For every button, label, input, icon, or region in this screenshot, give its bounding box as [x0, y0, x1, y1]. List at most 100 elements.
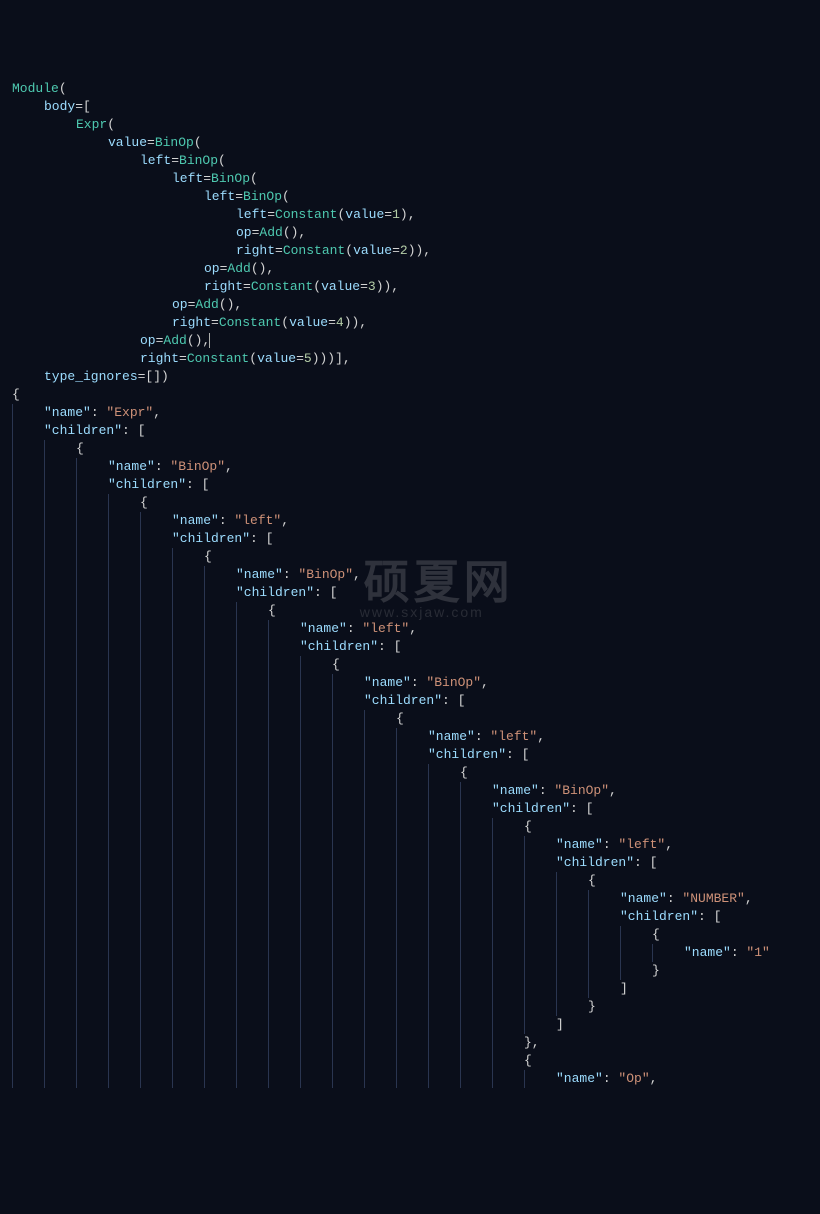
token-punc: } — [588, 999, 596, 1014]
code-line[interactable]: "name": "left", — [12, 620, 820, 638]
code-line[interactable]: "name": "left", — [12, 728, 820, 746]
code-line[interactable]: { — [12, 548, 820, 566]
code-line[interactable]: }, — [12, 1034, 820, 1052]
token-field: op — [172, 297, 188, 312]
token-str: "BinOp" — [426, 675, 481, 690]
token-str: "left" — [618, 837, 665, 852]
code-line[interactable]: "children": [ — [12, 746, 820, 764]
token-punc: = — [171, 153, 179, 168]
token-str: "NUMBER" — [682, 891, 744, 906]
code-line[interactable]: Module( — [12, 80, 820, 98]
code-line[interactable]: Expr( — [12, 116, 820, 134]
token-punc: : — [155, 459, 171, 474]
token-num: 5 — [304, 351, 312, 366]
code-line[interactable]: right=Constant(value=2)), — [12, 242, 820, 260]
token-punc: ( — [250, 171, 258, 186]
code-line[interactable]: left=Constant(value=1), — [12, 206, 820, 224]
code-line[interactable]: { — [12, 710, 820, 728]
token-punc: : — [91, 405, 107, 420]
token-punc: ), — [400, 207, 416, 222]
code-line[interactable]: { — [12, 872, 820, 890]
token-punc: ( — [249, 351, 257, 366]
token-punc: : — [475, 729, 491, 744]
code-line[interactable]: op=Add(), — [12, 224, 820, 242]
code-line[interactable]: { — [12, 656, 820, 674]
token-punc: { — [140, 495, 148, 510]
code-line[interactable]: } — [12, 998, 820, 1016]
code-line[interactable]: "children": [ — [12, 800, 820, 818]
token-punc: = — [179, 351, 187, 366]
code-line[interactable]: "name": "left", — [12, 836, 820, 854]
code-line[interactable]: "children": [ — [12, 476, 820, 494]
code-line[interactable]: "name": "BinOp", — [12, 674, 820, 692]
code-line[interactable]: { — [12, 818, 820, 836]
code-line[interactable]: "children": [ — [12, 638, 820, 656]
code-line[interactable]: "name": "BinOp", — [12, 458, 820, 476]
code-line[interactable]: right=Constant(value=5)))], — [12, 350, 820, 368]
token-punc: ( — [194, 135, 202, 150]
token-punc: )), — [408, 243, 431, 258]
token-punc: { — [268, 603, 276, 618]
token-str: "left" — [234, 513, 281, 528]
token-punc: = — [275, 243, 283, 258]
code-line[interactable]: { — [12, 440, 820, 458]
code-line[interactable]: body=[ — [12, 98, 820, 116]
token-punc: = — [296, 351, 304, 366]
code-content[interactable]: Module(body=[Expr(value=BinOp(left=BinOp… — [12, 80, 820, 1088]
code-line[interactable]: left=BinOp( — [12, 188, 820, 206]
code-line[interactable]: right=Constant(value=4)), — [12, 314, 820, 332]
code-line[interactable]: "name": "left", — [12, 512, 820, 530]
token-punc: { — [12, 387, 20, 402]
code-line[interactable]: "children": [ — [12, 422, 820, 440]
code-line[interactable]: left=BinOp( — [12, 152, 820, 170]
code-line[interactable]: ] — [12, 1016, 820, 1034]
token-punc: (), — [283, 225, 306, 240]
code-line[interactable]: op=Add(), — [12, 260, 820, 278]
token-punc: = — [211, 315, 219, 330]
token-punc: (), — [219, 297, 242, 312]
code-line[interactable]: "children": [ — [12, 854, 820, 872]
code-line[interactable]: "children": [ — [12, 584, 820, 602]
token-punc: ( — [218, 153, 226, 168]
code-line[interactable]: "name": "Op", — [12, 1070, 820, 1088]
token-field: value — [257, 351, 296, 366]
code-line[interactable]: "children": [ — [12, 692, 820, 710]
code-line[interactable]: type_ignores=[]) — [12, 368, 820, 386]
token-punc: { — [204, 549, 212, 564]
token-key: "name" — [492, 783, 539, 798]
token-key: "children" — [300, 639, 378, 654]
code-line[interactable]: } — [12, 962, 820, 980]
code-line[interactable]: { — [12, 926, 820, 944]
token-punc: : [ — [570, 801, 593, 816]
token-field: right — [204, 279, 243, 294]
code-line[interactable]: "name": "BinOp", — [12, 782, 820, 800]
token-key: "name" — [556, 1071, 603, 1086]
code-line[interactable]: { — [12, 494, 820, 512]
code-line[interactable]: ] — [12, 980, 820, 998]
code-line[interactable]: "name": "Expr", — [12, 404, 820, 422]
code-line[interactable]: { — [12, 1052, 820, 1070]
token-punc: )), — [376, 279, 399, 294]
code-line[interactable]: left=BinOp( — [12, 170, 820, 188]
code-line[interactable]: "name": "NUMBER", — [12, 890, 820, 908]
code-line[interactable]: "children": [ — [12, 908, 820, 926]
code-line[interactable]: value=BinOp( — [12, 134, 820, 152]
code-line[interactable]: { — [12, 764, 820, 782]
token-field: body — [44, 99, 75, 114]
token-punc: , — [353, 567, 361, 582]
code-line[interactable]: "name": "BinOp", — [12, 566, 820, 584]
code-line[interactable]: { — [12, 386, 820, 404]
code-line[interactable]: right=Constant(value=3)), — [12, 278, 820, 296]
code-line[interactable]: op=Add(), — [12, 296, 820, 314]
code-line[interactable]: "name": "1" — [12, 944, 820, 962]
token-field: value — [345, 207, 384, 222]
code-line[interactable]: { — [12, 602, 820, 620]
token-punc: ( — [107, 117, 115, 132]
code-line[interactable]: "children": [ — [12, 530, 820, 548]
code-line[interactable]: op=Add(), — [12, 332, 820, 350]
token-punc: { — [588, 873, 596, 888]
token-key: "children" — [364, 693, 442, 708]
token-punc: : — [603, 837, 619, 852]
token-punc: = — [203, 171, 211, 186]
token-key: "name" — [300, 621, 347, 636]
